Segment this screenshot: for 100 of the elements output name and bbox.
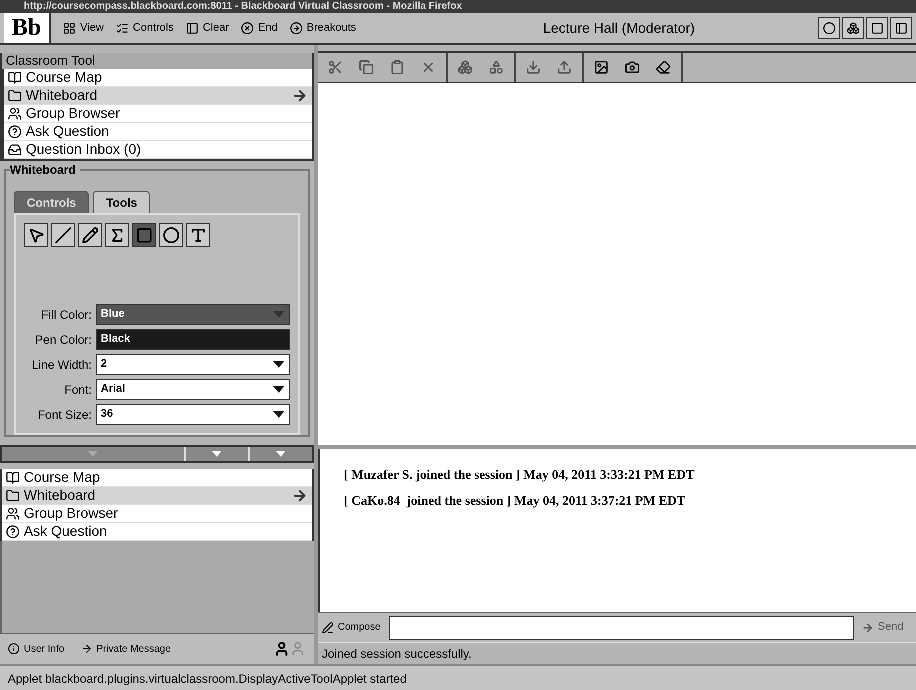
pointer-tool-icon: [28, 226, 44, 244]
layout-button[interactable]: [842, 17, 864, 39]
user-icon: [290, 641, 306, 657]
tool-item-icon: [6, 506, 20, 520]
edit-tool-icon: [421, 60, 436, 75]
tool-item-icon: [8, 124, 22, 138]
tool-item-icon: [8, 142, 22, 156]
edit-tool-icon: [390, 60, 405, 75]
tool-button[interactable]: [78, 223, 102, 247]
edit-tool-icon: [328, 60, 343, 75]
toolbar-button[interactable]: Controls: [116, 20, 174, 36]
layout-icon: [894, 22, 908, 34]
toolbar-button[interactable]: Clear: [186, 20, 230, 36]
layout-button[interactable]: [818, 17, 840, 39]
layout-icon: [870, 22, 884, 34]
arrow-icon: [292, 88, 308, 104]
window-title: http://coursecompass.blackboard.com:8011 - Blackboard Virtual Classroom - Mozilla Firefox: [24, 2, 462, 12]
tab[interactable]: Controls: [14, 191, 90, 213]
line-tool-icon: [54, 226, 72, 244]
dropdown-arrow-icon: [273, 386, 285, 393]
tab[interactable]: Tools: [93, 191, 150, 213]
layout-button[interactable]: [866, 17, 888, 39]
participant-action[interactable]: Private Message: [80, 642, 172, 656]
field-label: Line Width:: [30, 356, 93, 374]
toolbar-button-icon: [116, 22, 130, 34]
text-tool-icon: [190, 226, 206, 244]
tool-button[interactable]: [186, 223, 210, 247]
toolbar-button-icon: [290, 22, 303, 34]
edit-tool-icon: [359, 60, 374, 75]
field-dropdown[interactable]: 36: [96, 404, 290, 425]
app-logo: Bb: [4, 13, 52, 43]
toolbar-button-icon: [241, 22, 254, 34]
circle-tool-icon: [162, 226, 180, 244]
tool-item-icon: [8, 70, 22, 84]
toolbar-button[interactable]: Breakouts: [290, 20, 356, 36]
layout-icon: [846, 22, 860, 34]
chat-message: [ Muzafer S. joined the session ] May 04, 2011 3:33:21 PM EDT: [344, 466, 696, 484]
caret-icon: [276, 451, 286, 457]
room-title: Lecture Hall (Moderator): [542, 18, 696, 38]
toolbar-button[interactable]: View: [63, 20, 104, 36]
tool-item-icon: [8, 106, 22, 120]
arrow-icon: [862, 622, 874, 634]
edit-tool-icon: [526, 60, 541, 75]
field-dropdown[interactable]: Black: [96, 329, 290, 350]
dropdown-arrow-icon: [273, 311, 285, 318]
tool-item-icon: [6, 524, 20, 538]
edit-tool-button[interactable]: [594, 60, 609, 75]
tool-list-item[interactable]: Group Browser: [2, 505, 312, 523]
dropdown-arrow-icon: [273, 411, 285, 418]
chat-message: [ CaKo.84 joined the session ] May 04, 2011 3:37:21 PM EDT: [344, 492, 687, 510]
field-dropdown[interactable]: 2: [96, 354, 290, 375]
message-input[interactable]: [388, 616, 854, 640]
toolbar-button-icon: [63, 22, 76, 34]
tool-button[interactable]: [24, 223, 48, 247]
compose-button[interactable]: Compose: [322, 620, 381, 635]
tool-list-item[interactable]: Whiteboard: [2, 487, 312, 505]
edit-tool-icon: [625, 60, 640, 75]
participant-action[interactable]: User Info: [8, 642, 65, 656]
tool-button[interactable]: [159, 223, 183, 247]
caret-icon: [88, 451, 98, 457]
edit-tool-icon: [489, 60, 504, 75]
arrow-icon: [292, 488, 308, 504]
toolbar-button-icon: [186, 22, 199, 34]
edit-tool-icon: [458, 60, 473, 75]
field-label: Fill Color:: [40, 306, 93, 324]
tool-list-item[interactable]: Ask Question: [2, 523, 312, 541]
layout-button[interactable]: [890, 17, 912, 39]
tool-list-item[interactable]: Course Map: [4, 69, 312, 87]
tool-list-item[interactable]: Whiteboard: [4, 87, 312, 105]
field-label: Font Size:: [36, 406, 93, 424]
edit-tool-icon: [656, 60, 671, 75]
rect-tool-icon: [136, 226, 152, 244]
user-icon: [274, 641, 290, 657]
edit-tool-button[interactable]: [625, 60, 640, 75]
send-button[interactable]: Send: [862, 619, 912, 636]
caret-icon: [212, 451, 222, 457]
layout-icon: [822, 22, 836, 34]
tool-list-item[interactable]: Course Map: [2, 469, 312, 487]
tool-list-item[interactable]: Question Inbox (0): [4, 141, 312, 159]
field-label: Pen Color:: [34, 332, 93, 348]
tool-list-item[interactable]: Group Browser: [4, 105, 312, 123]
toolbar-button[interactable]: End: [241, 20, 278, 36]
edit-tool-icon: [594, 60, 609, 75]
panel-header: Classroom Tool: [2, 53, 312, 69]
field-label: Font:: [64, 382, 93, 398]
tool-button[interactable]: [105, 223, 129, 247]
edit-tool-icon: [557, 60, 572, 75]
action-icon: [8, 643, 20, 655]
tool-item-icon: [6, 488, 20, 502]
status-bar: Applet blackboard.plugins.virtualclassroom.DisplayActiveToolApplet started: [0, 664, 916, 690]
pen-tool-icon: [82, 226, 98, 244]
field-dropdown[interactable]: Blue: [96, 304, 290, 325]
tool-item-icon: [6, 470, 20, 484]
dropdown-arrow-icon: [273, 361, 285, 368]
field-dropdown[interactable]: Arial: [96, 379, 290, 400]
tool-button[interactable]: [51, 223, 75, 247]
tool-item-icon: [8, 88, 22, 102]
edit-tool-button[interactable]: [656, 60, 671, 75]
tool-list-item[interactable]: Ask Question: [4, 123, 312, 141]
pen-icon: [322, 622, 334, 634]
